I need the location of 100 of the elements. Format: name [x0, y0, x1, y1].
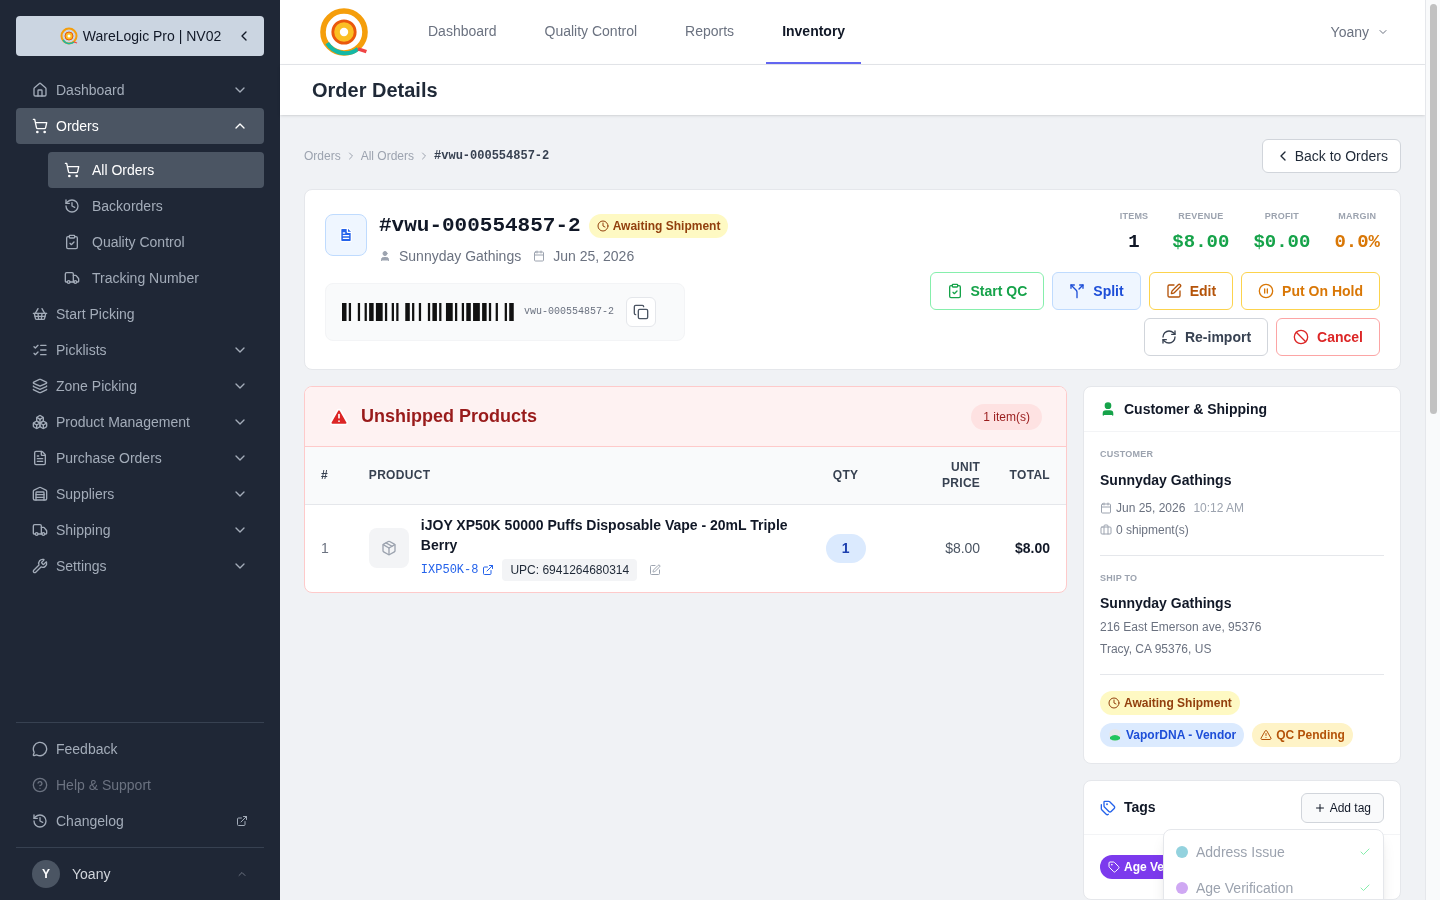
customer-name: Sunnyday Gathings — [1100, 470, 1233, 490]
help-icon — [32, 777, 48, 793]
calendar-icon — [533, 250, 546, 262]
logo-icon — [58, 26, 79, 46]
upc-label: UPC: 6941264680314 — [502, 559, 638, 582]
sidebar-item[interactable]: Zone Picking — [16, 368, 264, 404]
external-link-icon — [482, 564, 495, 577]
nav-tab[interactable]: Dashboard — [412, 0, 513, 64]
action-button[interactable]: Cancel — [1276, 318, 1380, 356]
column-header: # — [305, 447, 353, 504]
stat-value: 0.0% — [1334, 229, 1380, 255]
footer-link[interactable]: Feedback — [16, 731, 264, 767]
user-menu[interactable]: Y Yoany — [16, 847, 264, 888]
refresh-icon — [1160, 329, 1177, 345]
clipboard-check-icon — [64, 234, 80, 250]
briefcase-icon — [1100, 523, 1112, 536]
breadcrumb-current: #vwu-000554857-2 — [434, 148, 550, 165]
add-tag-button[interactable]: Add tag — [1300, 792, 1384, 823]
column-header: UNIT PRICE — [890, 447, 981, 504]
sidebar-item[interactable]: Purchase Orders — [16, 440, 264, 476]
sidebar-item[interactable]: Settings — [16, 548, 264, 584]
sku-link[interactable]: IXP50K-8 — [420, 561, 479, 580]
action-button[interactable]: Split — [1052, 272, 1141, 310]
action-button[interactable]: Re-import — [1143, 318, 1269, 356]
info-badge: QC Pending — [1252, 723, 1353, 747]
order-time: 10:12 AM — [1193, 499, 1245, 517]
check-icon — [1359, 846, 1371, 858]
sidebar-item[interactable]: Shipping — [16, 512, 264, 548]
warning-icon — [1260, 729, 1273, 741]
section-label: CUSTOMER — [1100, 448, 1155, 461]
warning-icon — [329, 406, 349, 427]
boxes-icon — [32, 414, 48, 430]
section-label: SHIP TO — [1100, 571, 1139, 585]
split-icon — [1069, 283, 1086, 299]
cart-icon — [64, 162, 80, 178]
stat-label: REVENUE — [1178, 210, 1224, 223]
sidebar-item[interactable]: Picklists — [16, 332, 264, 368]
basket-icon — [32, 306, 48, 322]
clock-icon — [1108, 697, 1120, 709]
order-date: Jun 25, 2026 — [1116, 499, 1186, 517]
warehouse-icon — [32, 486, 48, 502]
cart-icon — [32, 118, 48, 134]
sidebar-item[interactable]: Dashboard — [16, 72, 264, 108]
quantity-pill: 1 — [825, 533, 866, 563]
sidebar-subitem[interactable]: Tracking Number — [48, 260, 264, 296]
box-icon — [380, 540, 397, 557]
back-button[interactable]: Back to Orders — [1261, 139, 1401, 173]
user-dropdown[interactable]: Yoany — [1330, 21, 1389, 43]
brand-name: WareLogic Pro | NV02 — [82, 26, 222, 46]
copy-button[interactable] — [626, 296, 656, 327]
stat-label: ITEMS — [1119, 210, 1149, 223]
action-button[interactable]: Edit — [1148, 272, 1234, 310]
card-title: Customer & Shipping — [1124, 399, 1268, 419]
history-icon — [32, 813, 48, 829]
external-link-icon — [236, 815, 248, 827]
table-cell: $8.00 — [890, 504, 981, 592]
action-button[interactable]: Start QC — [929, 272, 1045, 310]
stat-value: 1 — [1128, 229, 1140, 255]
address-line: 216 East Emerson ave, 95376 — [1100, 619, 1263, 636]
column-header: TOTAL — [980, 447, 1066, 504]
document-icon — [338, 227, 354, 243]
card-title: Tags — [1124, 798, 1157, 817]
home-icon — [32, 82, 48, 98]
edit-icon — [1165, 283, 1182, 299]
sidebar-item[interactable]: Orders — [16, 108, 264, 144]
stat-value: $8.00 — [1172, 229, 1230, 255]
column-header: QTY — [800, 447, 891, 504]
calendar-icon — [1100, 501, 1112, 514]
brand-button[interactable]: WareLogic Pro | NV02 — [16, 16, 264, 56]
truck-icon — [32, 522, 48, 538]
customer-name: Sunnyday Gathings — [399, 246, 522, 266]
tag-icon — [1108, 861, 1120, 873]
order-number: #vwu-000554857-2 — [379, 213, 581, 239]
recipient-name: Sunnyday Gathings — [1100, 594, 1233, 613]
sidebar-subitem[interactable]: Quality Control — [48, 224, 264, 260]
table-cell: $8.00 — [980, 504, 1066, 592]
column-header: PRODUCT — [352, 447, 801, 504]
sidebar-subitem[interactable]: All Orders — [48, 152, 264, 188]
check-icon — [1359, 882, 1371, 894]
nav-tab[interactable]: Quality Control — [528, 0, 654, 64]
tools-icon — [32, 558, 48, 574]
shipment-count: 0 shipment(s) — [1116, 521, 1189, 539]
order-date: Jun 25, 2026 — [553, 246, 635, 266]
person-icon — [1100, 401, 1116, 417]
card-title: Unshipped Products — [361, 405, 538, 428]
checklist-icon — [32, 342, 48, 358]
chat-bubble-icon — [32, 741, 48, 757]
sidebar-item[interactable]: Start Picking — [16, 296, 264, 332]
scrollbar[interactable] — [1425, 0, 1440, 900]
layers-icon — [32, 378, 48, 394]
nav-tab[interactable]: Reports — [669, 0, 751, 64]
edit-icon[interactable] — [649, 564, 662, 577]
ban-icon — [1293, 329, 1310, 345]
clipboard-check-icon — [946, 283, 963, 299]
sidebar-item[interactable]: Product Management — [16, 404, 264, 440]
footer-link[interactable]: Changelog — [16, 803, 264, 839]
sidebar-item[interactable]: Suppliers — [16, 476, 264, 512]
stat-label: MARGIN — [1338, 210, 1377, 223]
sidebar-subitem[interactable]: Backorders — [48, 188, 264, 224]
stat-label: PROFIT — [1264, 210, 1300, 223]
